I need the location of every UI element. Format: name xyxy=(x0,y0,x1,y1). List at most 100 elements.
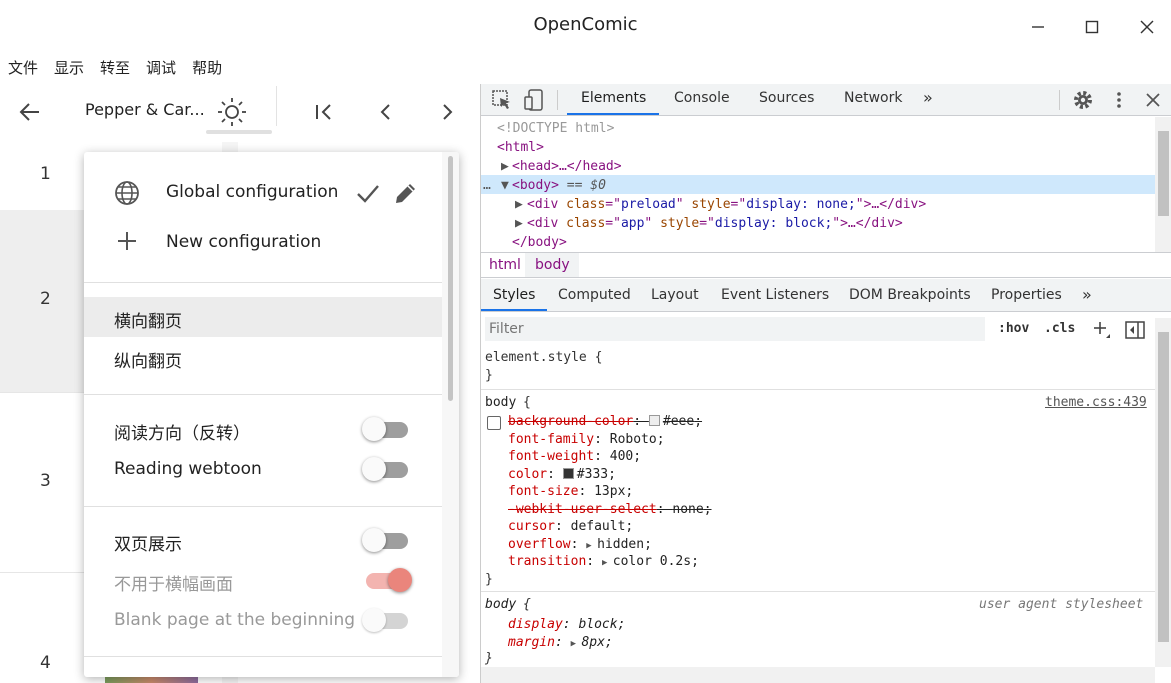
body-rule-source-link[interactable]: theme.css:439 xyxy=(1045,395,1147,410)
double-page-toggle[interactable] xyxy=(362,527,412,553)
horizontal-scrollbar[interactable] xyxy=(481,667,1155,683)
tab-console[interactable]: Console xyxy=(674,90,730,106)
minimize-icon[interactable] xyxy=(1023,12,1053,42)
blank-page-toggle[interactable] xyxy=(362,607,412,633)
breadcrumb: html body xyxy=(481,252,1171,278)
expand-arrow-icon[interactable]: ▶ xyxy=(515,197,523,212)
css-property-value: hidden xyxy=(597,536,645,552)
tab-properties[interactable]: Properties xyxy=(991,287,1062,303)
expand-arrow-icon[interactable]: ▶ xyxy=(515,216,523,231)
css-property-name: cursor xyxy=(508,519,555,534)
tab-network[interactable]: Network xyxy=(844,90,902,106)
expand-arrow-icon[interactable]: ▶ xyxy=(501,159,509,174)
devtools-panel: Elements Console Sources Network » <!DOC… xyxy=(480,84,1171,683)
tab-styles[interactable]: Styles xyxy=(493,287,535,303)
close-devtools-icon[interactable] xyxy=(1142,89,1164,111)
dom-body-close[interactable]: </body> xyxy=(512,235,567,250)
css-property-value: color 0.2s xyxy=(612,554,692,569)
hov-toggle[interactable]: :hov xyxy=(998,321,1029,336)
vertical-paging-option[interactable]: 纵向翻页 xyxy=(114,347,182,372)
dom-scrollbar[interactable] xyxy=(1155,117,1171,252)
color-swatch[interactable] xyxy=(562,467,574,479)
breadcrumb-body[interactable]: body xyxy=(535,257,570,273)
css-property[interactable]: font-size: 13px; xyxy=(508,484,633,499)
tab-sources[interactable]: Sources xyxy=(759,90,814,106)
menu-goto[interactable]: 转至 xyxy=(92,54,138,84)
dom-div-app[interactable]: <div class="app" style="display: block;"… xyxy=(527,216,903,231)
more-subtabs-icon[interactable]: » xyxy=(1082,285,1092,304)
reading-direction-toggle[interactable] xyxy=(362,416,412,442)
divider xyxy=(84,282,442,283)
page-number: 3 xyxy=(40,471,51,491)
expand-arrow-icon[interactable]: ▶ xyxy=(571,639,582,649)
check-icon[interactable] xyxy=(355,180,381,206)
close-icon[interactable] xyxy=(1132,12,1162,42)
css-property-name: display xyxy=(508,617,563,632)
tab-event-listeners[interactable]: Event Listeners xyxy=(721,287,829,303)
prev-page-icon[interactable] xyxy=(372,98,400,126)
css-property[interactable]: color: #333; xyxy=(508,467,616,482)
css-property-name: font-weight xyxy=(508,449,595,464)
toggle-sidebar-icon[interactable] xyxy=(1124,319,1146,341)
dom-doctype[interactable]: <!DOCTYPE html> xyxy=(497,121,614,136)
reading-webtoon-toggle[interactable] xyxy=(362,456,412,482)
menu-help[interactable]: 帮助 xyxy=(184,54,230,84)
popup-scrollbar[interactable] xyxy=(442,152,459,677)
tab-layout[interactable]: Layout xyxy=(651,287,699,303)
more-tabs-icon[interactable]: » xyxy=(923,88,933,107)
gear-icon[interactable] xyxy=(1072,89,1094,111)
css-property-value: default xyxy=(570,519,626,534)
maximize-icon[interactable] xyxy=(1077,12,1107,42)
inspect-element-icon[interactable] xyxy=(491,89,513,111)
kebab-menu-icon[interactable] xyxy=(1109,89,1129,111)
css-property[interactable]: transition: ▶ color 0.2s; xyxy=(508,554,699,569)
css-property[interactable]: background-color: #eee; xyxy=(508,414,702,429)
back-arrow-icon[interactable] xyxy=(16,98,44,126)
dom-scrollbar-thumb[interactable] xyxy=(1158,131,1169,216)
tab-computed[interactable]: Computed xyxy=(558,287,631,303)
next-page-icon[interactable] xyxy=(433,98,461,126)
tab-elements[interactable]: Elements xyxy=(581,90,646,106)
breadcrumb-html[interactable]: html xyxy=(489,257,521,273)
element-style-selector[interactable]: element.style { xyxy=(485,350,602,365)
new-config-item[interactable]: New configuration xyxy=(166,232,321,252)
edit-pencil-icon[interactable] xyxy=(393,180,419,206)
new-style-rule-icon[interactable] xyxy=(1091,319,1113,341)
popup-scrollbar-thumb[interactable] xyxy=(448,156,453,401)
body-rule-selector[interactable]: body xyxy=(485,395,516,410)
dom-body[interactable]: <body> == $0 xyxy=(512,178,606,193)
dom-head[interactable]: <head>…</head> xyxy=(512,159,622,174)
css-property[interactable]: font-weight: 400; xyxy=(508,449,641,464)
close-brace: } xyxy=(485,651,493,666)
device-toolbar-icon[interactable] xyxy=(523,88,545,112)
color-swatch[interactable] xyxy=(648,415,660,426)
menu-view[interactable]: 显示 xyxy=(46,54,92,84)
first-page-icon[interactable] xyxy=(310,98,338,126)
ua-rule-selector[interactable]: body xyxy=(485,597,516,612)
styles-tabbar: Styles Computed Layout Event Listeners D… xyxy=(481,279,1171,312)
css-property[interactable]: display: block; xyxy=(508,617,625,632)
menu-debug[interactable]: 调试 xyxy=(138,54,184,84)
brightness-icon[interactable] xyxy=(216,96,248,128)
styles-scrollbar-thumb[interactable] xyxy=(1158,332,1169,642)
property-checkbox[interactable] xyxy=(487,416,501,430)
horizontal-paging-option[interactable]: 横向翻页 xyxy=(114,307,182,332)
collapse-arrow-icon[interactable]: ▼ xyxy=(501,178,509,193)
cls-toggle[interactable]: .cls xyxy=(1044,321,1075,336)
global-config-item[interactable]: Global configuration xyxy=(166,182,338,202)
tab-dom-breakpoints[interactable]: DOM Breakpoints xyxy=(849,287,971,303)
dom-html[interactable]: <html> xyxy=(497,140,544,155)
css-property[interactable]: overflow: ▶ hidden; xyxy=(508,537,652,552)
styles-filter-input[interactable] xyxy=(485,317,985,341)
css-property[interactable]: -webkit-user-select: none; xyxy=(508,502,712,517)
expand-arrow-icon[interactable]: ▶ xyxy=(586,541,597,551)
menu-file[interactable]: 文件 xyxy=(0,54,46,84)
css-property[interactable]: margin: ▶ 8px; xyxy=(508,635,613,650)
styles-scrollbar[interactable] xyxy=(1155,318,1171,667)
css-property[interactable]: font-family: Roboto; xyxy=(508,432,665,447)
dom-dots-icon[interactable]: … xyxy=(483,178,491,193)
not-for-landscape-toggle[interactable] xyxy=(362,567,412,593)
dom-div-preload[interactable]: <div class="preload" style="display: non… xyxy=(527,197,926,212)
css-property[interactable]: cursor: default; xyxy=(508,519,633,534)
expand-arrow-icon[interactable]: ▶ xyxy=(602,558,613,568)
